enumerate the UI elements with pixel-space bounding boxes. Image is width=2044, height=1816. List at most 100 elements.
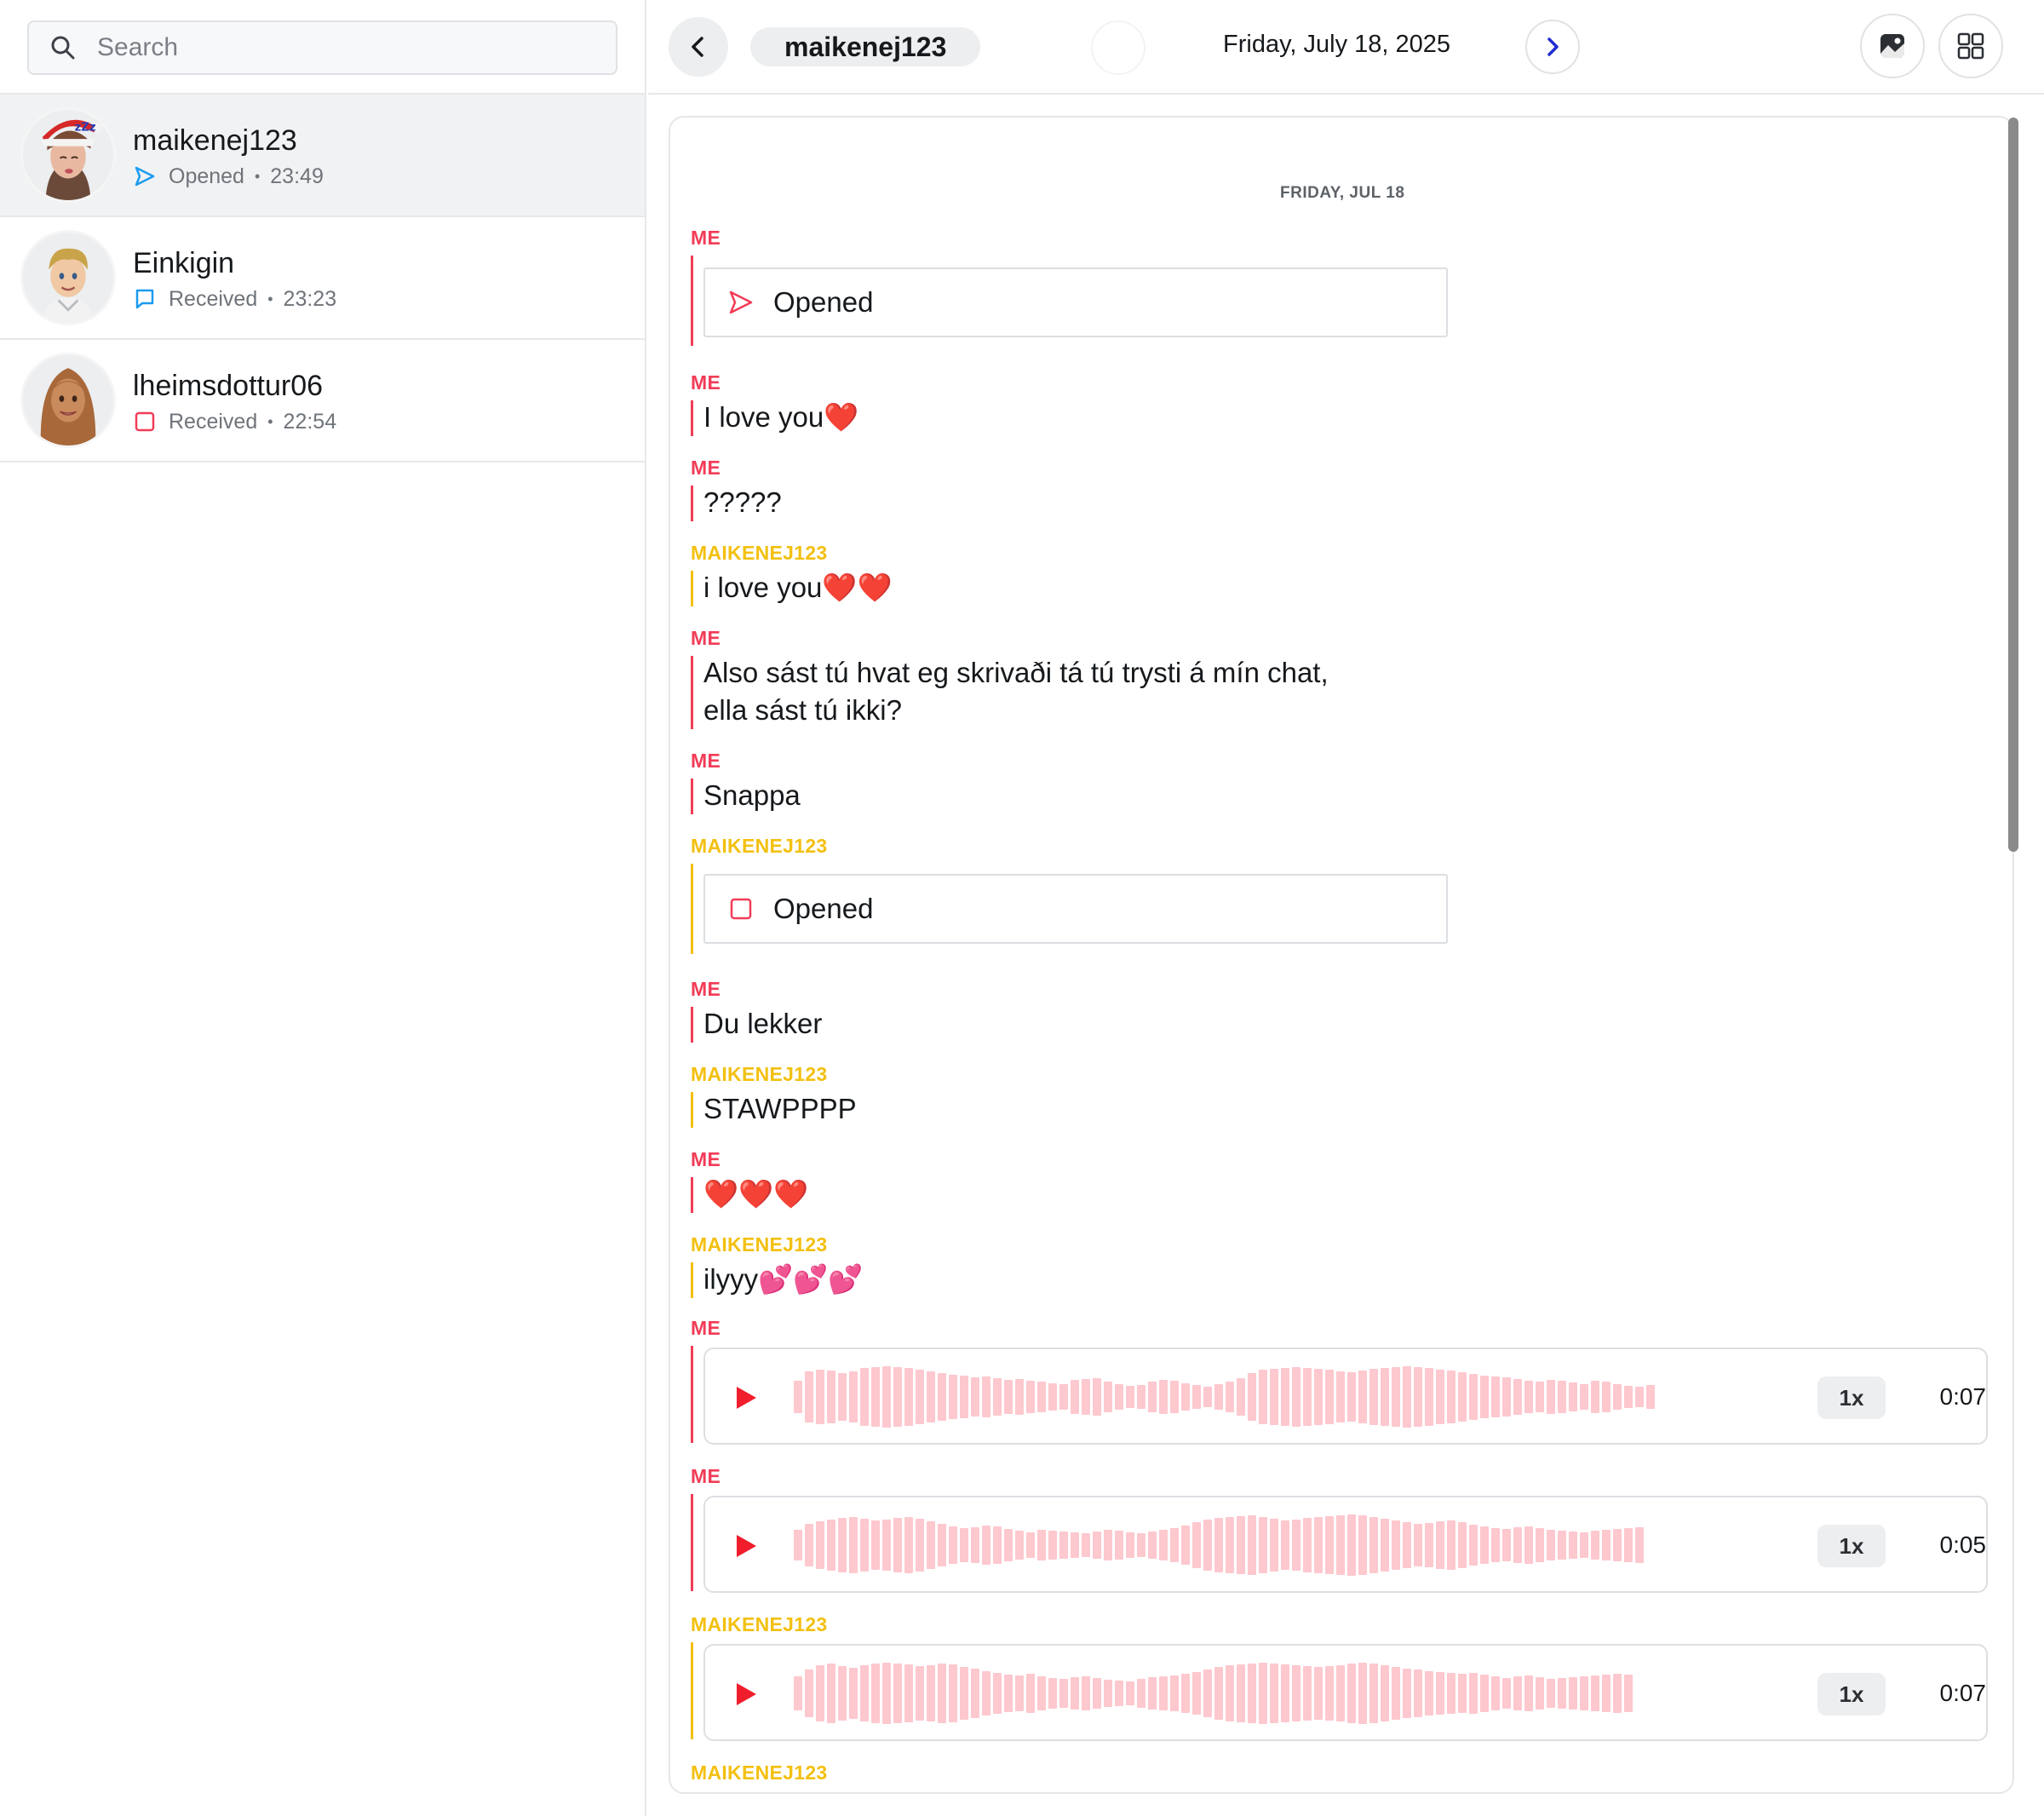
waveform-bar xyxy=(1071,1677,1079,1710)
conversation-name: Einkigin xyxy=(133,246,235,279)
waveform-bar xyxy=(1104,1680,1112,1707)
waveform-bar xyxy=(1381,1665,1389,1721)
waveform-bar xyxy=(1259,1663,1267,1724)
waveform-bar xyxy=(1248,1664,1256,1723)
waveform-bar xyxy=(1093,1678,1101,1709)
playback-speed-button[interactable]: 1x xyxy=(1817,1673,1886,1715)
waveform-bar xyxy=(1524,1675,1533,1711)
waveform-bar xyxy=(1469,1525,1478,1566)
waveform-bar xyxy=(1325,1516,1334,1574)
message-sender: MAIKENEJ123 xyxy=(691,1761,828,1784)
conversation-text: lheimsdottur06 Received • 22:54 xyxy=(133,367,336,434)
message-sender: MAIKENEJ123 xyxy=(691,1233,828,1256)
waveform-bar xyxy=(1048,1531,1057,1560)
waveform-bar xyxy=(1436,1370,1444,1424)
audio-waveform[interactable] xyxy=(794,1511,1761,1579)
snap-status-card[interactable]: Opened xyxy=(703,267,1448,337)
conversation-item-lheimsdottur06[interactable]: lheimsdottur06 Received • 22:54 xyxy=(0,340,645,463)
chat-scrollbar[interactable] xyxy=(2008,118,2018,852)
waveform-bar xyxy=(1558,1531,1566,1560)
separator-dot: • xyxy=(267,290,273,307)
waveform-bar xyxy=(1491,1376,1500,1417)
waveform-bar xyxy=(1203,1387,1212,1407)
waveform-bar xyxy=(1602,1675,1611,1712)
waveform-bar xyxy=(1170,1675,1179,1711)
waveform-bar xyxy=(1226,1665,1234,1721)
waveform-bar xyxy=(1392,1520,1400,1570)
waveform-bar xyxy=(1314,1369,1323,1425)
waveform-bar xyxy=(1613,1384,1622,1410)
message-text: ilyyy💕💕💕 xyxy=(703,1263,864,1295)
play-icon[interactable] xyxy=(731,1680,760,1709)
waveform-bar xyxy=(927,1665,935,1721)
waveform-bar xyxy=(982,1671,990,1715)
message-text: ????? xyxy=(703,486,782,518)
waveform-bar xyxy=(1192,1385,1201,1409)
waveform-bar xyxy=(1469,1374,1478,1420)
sent-arrow-icon xyxy=(729,290,753,314)
playback-speed-button[interactable]: 1x xyxy=(1817,1376,1886,1419)
media-button[interactable] xyxy=(1860,14,1925,78)
playback-speed-button[interactable]: 1x xyxy=(1817,1525,1886,1567)
waveform-bar xyxy=(1226,1517,1234,1573)
grid-view-button[interactable] xyxy=(1938,14,2003,78)
waveform-bar xyxy=(1082,1379,1090,1415)
next-date-button[interactable] xyxy=(1525,20,1580,74)
audio-waveform[interactable] xyxy=(794,1659,1761,1727)
waveform-bar xyxy=(838,1518,847,1572)
conversation-sidebar: zZz maikenej123 Opened • 23:49 xyxy=(0,0,646,1816)
play-icon[interactable] xyxy=(731,1532,760,1560)
message-bar xyxy=(691,1177,693,1213)
chevron-left-icon xyxy=(692,37,703,57)
snap-status-label: Opened xyxy=(773,286,874,318)
contact-name-pill[interactable]: maikenej123 xyxy=(750,27,981,66)
waveform-bar xyxy=(805,1524,813,1566)
conversation-item-einkigin[interactable]: Einkigin Received • 23:23 xyxy=(0,217,645,340)
waveform-bar xyxy=(1436,1521,1444,1569)
waveform-bar xyxy=(1093,1378,1101,1416)
conversation-status: Opened • 23:49 xyxy=(133,164,324,189)
waveform-bar xyxy=(1259,1370,1267,1424)
waveform-bar xyxy=(1126,1386,1134,1408)
waveform-bar xyxy=(1358,1371,1367,1423)
waveform-bar xyxy=(1181,1383,1190,1411)
play-icon[interactable] xyxy=(731,1383,760,1412)
waveform-bar xyxy=(838,1373,847,1421)
waveform-bar xyxy=(949,1526,957,1564)
conversation-name: maikenej123 xyxy=(133,124,297,157)
waveform-bar xyxy=(882,1366,891,1428)
search-input[interactable] xyxy=(97,33,574,62)
waveform-bar xyxy=(904,1517,913,1573)
message-sender: MAIKENEJ123 xyxy=(691,835,828,857)
waveform-bar xyxy=(1591,1675,1599,1711)
snap-status-card[interactable]: Opened xyxy=(703,874,1448,944)
waveform-bar xyxy=(860,1368,869,1426)
message-bar xyxy=(691,779,693,814)
waveform-bar xyxy=(1347,1372,1356,1422)
audio-waveform[interactable] xyxy=(794,1363,1761,1431)
waveform-bar xyxy=(1082,1676,1090,1710)
waveform-bar xyxy=(805,1371,813,1422)
waveform-bar xyxy=(938,1373,946,1421)
back-button[interactable] xyxy=(669,17,728,77)
waveform-bar xyxy=(1547,1679,1555,1708)
status-label: Received xyxy=(169,409,258,434)
waveform-bar xyxy=(1137,1385,1145,1409)
voice-note: 1x 0:05 xyxy=(703,1496,1988,1593)
waveform-bar xyxy=(1336,1371,1345,1422)
waveform-bar xyxy=(1071,1380,1079,1414)
waveform-bar xyxy=(1292,1520,1300,1571)
waveform-bar xyxy=(1325,1666,1334,1721)
waveform-bar xyxy=(1624,1675,1633,1712)
audio-duration: 0:05 xyxy=(1939,1532,1987,1558)
conversation-item-maikenej123[interactable]: zZz maikenej123 Opened • 23:49 xyxy=(0,95,645,217)
image-icon xyxy=(1880,34,1904,58)
waveform-bar xyxy=(1325,1370,1334,1424)
waveform-bar xyxy=(1037,1382,1046,1412)
search-icon xyxy=(51,36,75,60)
waveform-bar xyxy=(893,1367,902,1427)
message-text: Also sást tú hvat eg skrivaði tá tú trys… xyxy=(703,657,1329,726)
waveform-bar xyxy=(1635,1527,1644,1563)
waveform-bar xyxy=(1270,1664,1278,1723)
search-box[interactable] xyxy=(27,20,617,75)
